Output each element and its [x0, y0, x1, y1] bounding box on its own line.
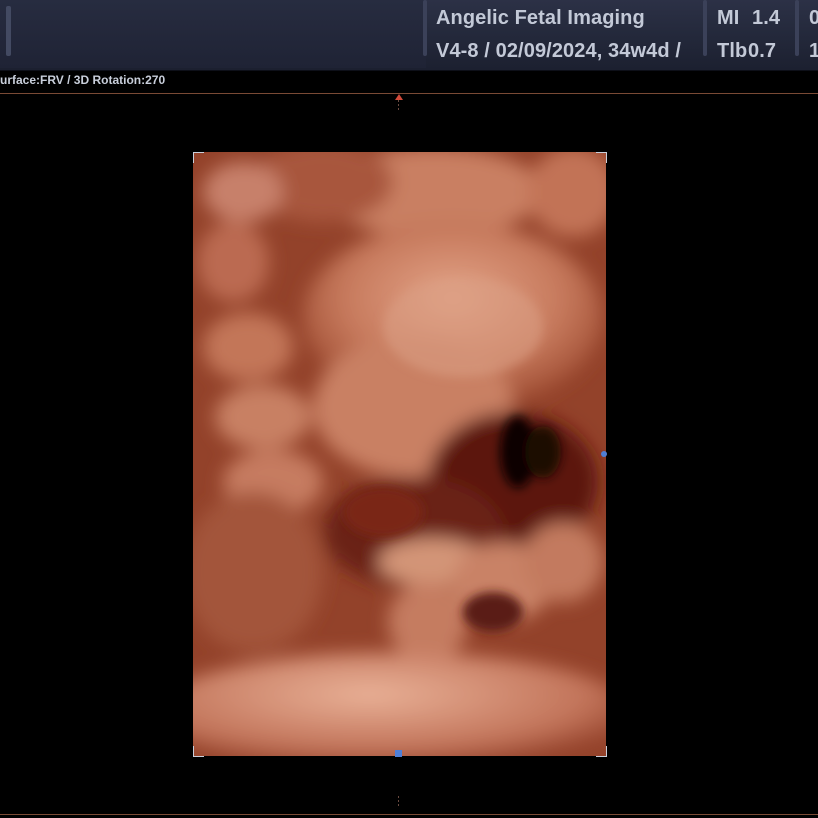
viewport-bottom-rule [0, 814, 818, 815]
mi-label: MI [717, 7, 740, 29]
truncated-value-bottom: 1 [809, 40, 818, 63]
tib-label: Tlb [717, 40, 748, 62]
rotation-handle-icon[interactable] [395, 750, 402, 757]
3d-render-window[interactable] [193, 152, 606, 756]
crop-corner-icon [596, 152, 607, 163]
header-left-edge [6, 6, 11, 56]
exam-info: V4-8 / 02/09/2024, 34w4d / [436, 40, 681, 62]
rotation-handle-icon[interactable] [601, 451, 607, 457]
crop-corner-icon [193, 746, 204, 757]
axis-guide-top [398, 100, 399, 112]
axis-guide-bottom [398, 796, 399, 808]
crop-corner-icon [193, 152, 204, 163]
header-separator [423, 0, 427, 56]
fetal-3d-surface-image [193, 152, 606, 756]
orientation-arrow-icon [395, 94, 403, 100]
truncated-value-top: 0 [809, 7, 818, 30]
crop-corner-icon [596, 746, 607, 757]
header-separator [703, 0, 707, 56]
mi-value: 1.4 [752, 7, 781, 29]
header-blank-panel [0, 0, 426, 68]
viewport-top-rule [0, 93, 818, 94]
tib-value: 0.7 [748, 40, 777, 62]
header-separator [795, 0, 799, 56]
clinic-name: Angelic Fetal Imaging [436, 7, 645, 29]
render-mode-label: urface:FRV / 3D Rotation:270 [0, 73, 166, 87]
header-bar: Angelic Fetal Imaging V4-8 / 02/09/2024,… [0, 0, 818, 71]
